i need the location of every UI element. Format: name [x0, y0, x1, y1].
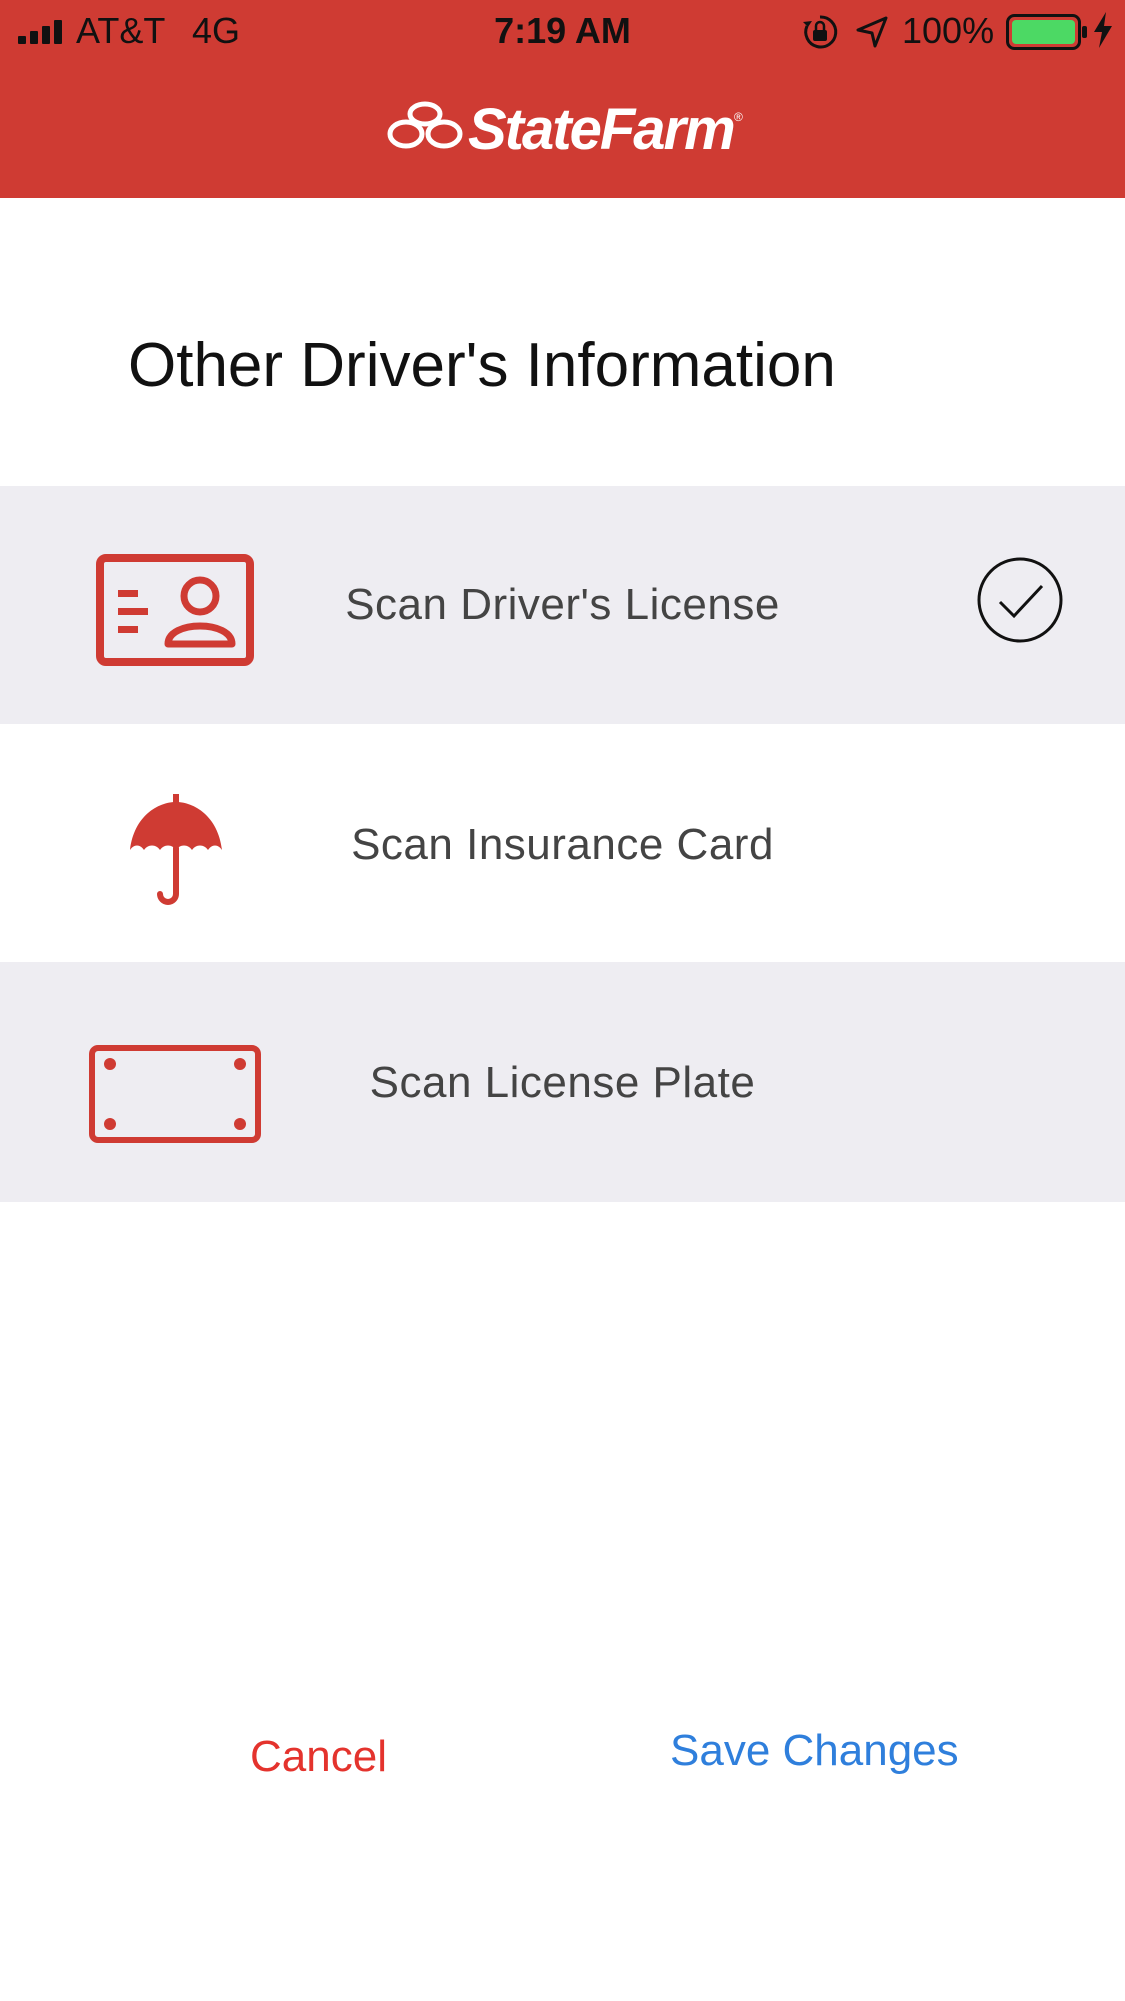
three-ovals-logo-icon — [387, 101, 463, 149]
battery-icon — [1006, 14, 1087, 50]
option-scan-license-plate[interactable]: Scan License Plate — [0, 962, 1125, 1202]
registered-mark: ® — [734, 110, 743, 124]
option-label: Scan Insurance Card — [351, 820, 774, 869]
checkmark-circle-icon — [977, 557, 1063, 643]
rotation-lock-icon — [803, 15, 838, 49]
statefarm-logo: StateFarm ® — [386, 96, 746, 162]
page-title: Other Driver's Information — [128, 331, 836, 400]
battery-percentage: 100% — [902, 10, 995, 51]
status-bar: AT&T 4G 7:19 AM 100% — [0, 0, 1125, 62]
option-scan-drivers-license[interactable]: Scan Driver's License — [0, 486, 1125, 724]
location-arrow-icon — [856, 16, 888, 48]
brand-name: StateFarm — [468, 97, 736, 162]
option-label: Scan License Plate — [369, 1058, 756, 1107]
option-label: Scan Driver's License — [345, 580, 780, 629]
save-changes-button[interactable]: Save Changes — [670, 1726, 959, 1776]
option-scan-insurance-card[interactable]: Scan Insurance Card — [0, 724, 1125, 962]
charging-bolt-icon — [1094, 12, 1112, 48]
app-header: AT&T 4G 7:19 AM 100% StateFarm ® — [0, 0, 1125, 198]
cancel-button[interactable]: Cancel — [250, 1732, 387, 1782]
